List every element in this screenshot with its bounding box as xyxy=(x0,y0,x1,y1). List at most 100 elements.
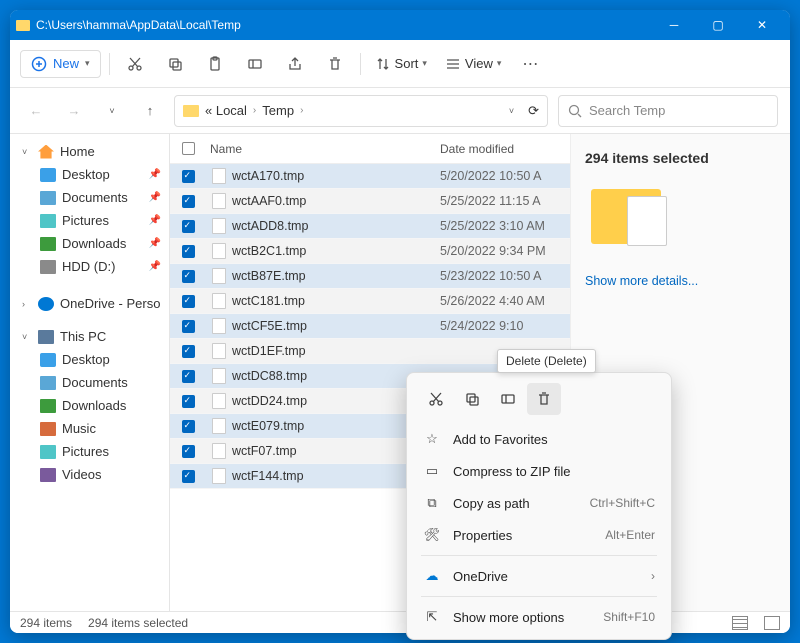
sidebar-item-home[interactable]: ˅Home xyxy=(10,140,169,163)
details-title: 294 items selected xyxy=(585,150,776,166)
cm-onedrive[interactable]: ☁OneDrive› xyxy=(413,560,665,592)
forward-button[interactable]: → xyxy=(60,97,88,125)
row-checkbox[interactable] xyxy=(182,195,195,208)
file-row[interactable]: wctCF5E.tmp 5/24/2022 9:10 xyxy=(170,314,570,339)
file-name: wctD1EF.tmp xyxy=(232,344,306,358)
row-checkbox[interactable] xyxy=(182,170,195,183)
sidebar-item-pictures[interactable]: Pictures📌 xyxy=(10,209,169,232)
column-date[interactable]: Date modified xyxy=(440,142,570,156)
copypath-icon: ⧉ xyxy=(423,495,441,511)
file-name: wctADD8.tmp xyxy=(232,219,308,233)
column-headers: Name Date modified xyxy=(170,134,570,164)
cm-rename-button[interactable] xyxy=(491,383,525,415)
details-view-button[interactable] xyxy=(732,616,748,630)
sidebar-item-onedrive[interactable]: ›OneDrive - Perso xyxy=(10,292,169,315)
view-button[interactable]: View ▾ xyxy=(439,56,507,72)
file-icon xyxy=(212,218,226,234)
row-checkbox[interactable] xyxy=(182,220,195,233)
file-row[interactable]: wctA170.tmp5/20/2022 10:50 A xyxy=(170,164,570,189)
show-more-details-link[interactable]: Show more details... xyxy=(585,274,776,288)
cm-copy-button[interactable] xyxy=(455,383,489,415)
row-checkbox[interactable] xyxy=(182,295,195,308)
view-icon xyxy=(445,56,461,72)
row-checkbox[interactable] xyxy=(182,370,195,383)
star-icon: ☆ xyxy=(423,431,441,447)
new-button[interactable]: New ▾ xyxy=(20,50,101,78)
file-name: wctC181.tmp xyxy=(232,294,305,308)
chevron-down-icon: ▾ xyxy=(85,58,90,69)
row-checkbox[interactable] xyxy=(182,470,195,483)
file-date: 5/24/2022 9:10 xyxy=(440,319,570,333)
back-button[interactable]: ← xyxy=(22,97,50,125)
more-button[interactable]: ⋯ xyxy=(513,47,547,81)
file-icon xyxy=(212,343,226,359)
file-row[interactable]: wctC181.tmp 5/26/2022 4:40 AM xyxy=(170,289,570,314)
close-button[interactable]: ✕ xyxy=(740,10,784,40)
file-name: wctE079.tmp xyxy=(232,419,304,433)
sidebar-item-desktop2[interactable]: Desktop xyxy=(10,348,169,371)
sidebar-item-documents[interactable]: Documents📌 xyxy=(10,186,169,209)
plus-icon xyxy=(31,56,47,72)
rename-button[interactable] xyxy=(238,47,272,81)
refresh-button[interactable]: ⟳ xyxy=(528,103,539,119)
cm-more-options[interactable]: ⇱Show more optionsShift+F10 xyxy=(413,601,665,633)
file-row[interactable]: wctADD8.tmp5/25/2022 3:10 AM xyxy=(170,214,570,239)
folder-icon xyxy=(16,20,30,31)
row-checkbox[interactable] xyxy=(182,245,195,258)
row-checkbox[interactable] xyxy=(182,270,195,283)
file-icon xyxy=(212,468,226,484)
sort-button[interactable]: Sort ▾ xyxy=(369,56,433,72)
cm-compress-zip[interactable]: ▭Compress to ZIP file xyxy=(413,455,665,487)
delete-button[interactable] xyxy=(318,47,352,81)
row-checkbox[interactable] xyxy=(182,445,195,458)
row-checkbox[interactable] xyxy=(182,395,195,408)
chevron-down-icon[interactable]: ˅ xyxy=(509,106,514,116)
sidebar-item-hdd[interactable]: HDD (D:)📌 xyxy=(10,255,169,278)
select-all-checkbox[interactable] xyxy=(182,142,195,155)
copy-button[interactable] xyxy=(158,47,192,81)
breadcrumb[interactable]: « Local › Temp › ˅ ⟳ xyxy=(174,95,548,127)
file-row[interactable]: wctB2C1.tmp5/20/2022 9:34 PM xyxy=(170,239,570,264)
sidebar-item-videos[interactable]: Videos xyxy=(10,463,169,486)
file-icon xyxy=(212,193,226,209)
file-row[interactable]: wctAAF0.tmp 5/25/2022 11:15 A xyxy=(170,189,570,214)
file-name: wctCF5E.tmp xyxy=(232,319,307,333)
icons-view-button[interactable] xyxy=(764,616,780,630)
cm-delete-button[interactable] xyxy=(527,383,561,415)
column-name[interactable]: Name xyxy=(206,142,440,156)
file-date: 5/26/2022 4:40 AM xyxy=(440,294,570,308)
cm-cut-button[interactable] xyxy=(419,383,453,415)
row-checkbox[interactable] xyxy=(182,345,195,358)
maximize-button[interactable]: ▢ xyxy=(696,10,740,40)
row-checkbox[interactable] xyxy=(182,420,195,433)
file-name: wctDC88.tmp xyxy=(232,369,307,383)
sidebar-item-downloads[interactable]: Downloads📌 xyxy=(10,232,169,255)
sidebar-item-music[interactable]: Music xyxy=(10,417,169,440)
file-icon xyxy=(212,268,226,284)
cm-properties[interactable]: 🛠PropertiesAlt+Enter xyxy=(413,519,665,551)
explorer-window: C:\Users\hamma\AppData\Local\Temp ─ ▢ ✕ … xyxy=(10,10,790,633)
row-checkbox[interactable] xyxy=(182,320,195,333)
sidebar-item-documents2[interactable]: Documents xyxy=(10,371,169,394)
folder-icon xyxy=(183,105,199,117)
recent-button[interactable]: ˅ xyxy=(98,97,126,125)
sidebar-item-pictures2[interactable]: Pictures xyxy=(10,440,169,463)
up-button[interactable]: ↑ xyxy=(136,97,164,125)
cm-copy-path[interactable]: ⧉Copy as pathCtrl+Shift+C xyxy=(413,487,665,519)
cm-add-favorites[interactable]: ☆Add to Favorites xyxy=(413,423,665,455)
file-date: 5/25/2022 11:15 A xyxy=(440,194,570,208)
file-row[interactable]: wctB87E.tmp5/23/2022 10:50 A xyxy=(170,264,570,289)
wrench-icon: 🛠 xyxy=(423,527,441,543)
sidebar-item-thispc[interactable]: ˅This PC xyxy=(10,325,169,348)
cut-button[interactable] xyxy=(118,47,152,81)
file-name: wctAAF0.tmp xyxy=(232,194,306,208)
minimize-button[interactable]: ─ xyxy=(652,10,696,40)
sidebar-item-downloads2[interactable]: Downloads xyxy=(10,394,169,417)
zip-icon: ▭ xyxy=(423,463,441,479)
search-icon xyxy=(567,103,583,119)
search-input[interactable]: Search Temp xyxy=(558,95,778,127)
sidebar-item-desktop[interactable]: Desktop📌 xyxy=(10,163,169,186)
file-date: 5/20/2022 10:50 A xyxy=(440,169,570,183)
share-button[interactable] xyxy=(278,47,312,81)
paste-button[interactable] xyxy=(198,47,232,81)
